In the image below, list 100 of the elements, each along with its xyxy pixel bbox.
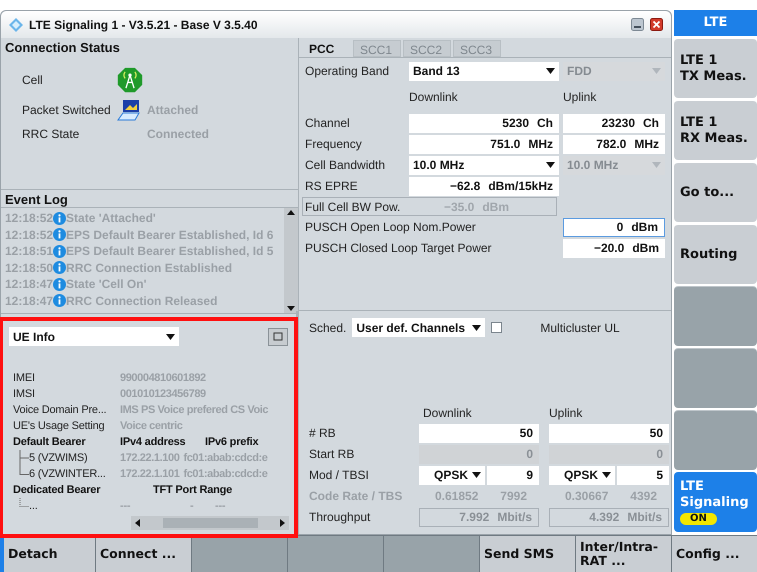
uplink-field[interactable]: −20.0 dBm xyxy=(563,238,665,258)
uplink-field[interactable]: 0 dBm xyxy=(563,218,665,236)
parameter-label: PUSCH Open Loop Nom.Power xyxy=(305,219,477,236)
close-icon[interactable] xyxy=(650,18,663,31)
column-header: Downlink xyxy=(422,405,473,422)
uplink-field[interactable]: 50 xyxy=(549,424,669,442)
parameter-label: RS EPRE xyxy=(305,178,359,195)
parameter-label: Channel xyxy=(305,115,351,132)
bearer-name: ... xyxy=(29,499,38,514)
softkey-button[interactable]: Go to... xyxy=(674,162,757,222)
uplink-field[interactable]: 782.0 MHz xyxy=(563,134,665,154)
softkey-button[interactable]: Routing xyxy=(674,224,757,284)
scheduling-dropdown[interactable]: User def. Channels xyxy=(352,318,486,337)
scroll-left-icon[interactable] xyxy=(135,519,140,527)
scrollbar[interactable] xyxy=(284,208,298,313)
softkey-button[interactable]: Detach xyxy=(0,536,95,572)
parameter-label: Start RB xyxy=(309,446,356,463)
parameter-label: Operating Band xyxy=(305,63,390,80)
softkey-button[interactable]: LTE 1 TX Meas. xyxy=(674,38,757,98)
dropdown-caret-icon xyxy=(546,68,555,74)
softkey-button[interactable]: Connect ... xyxy=(96,536,191,572)
tbs-value: 7992 xyxy=(500,488,527,505)
info-icon xyxy=(53,278,66,291)
on-badge: ON xyxy=(680,513,717,525)
info-value: 990004810601892 xyxy=(120,371,206,386)
info-label: IMEI xyxy=(13,371,36,386)
parameter-label: Code Rate / TBS xyxy=(309,488,404,505)
window-title: LTE Signaling 1 - V3.5.21 - Base V 3.5.40 xyxy=(29,16,259,34)
parameter-label: Full Cell BW Pow. xyxy=(305,198,402,216)
port-range-separator: - xyxy=(190,499,194,514)
softkey-button[interactable]: LTE Signaling ON xyxy=(674,472,757,532)
modulation-dropdown[interactable]: QPSK xyxy=(549,466,615,484)
horizontal-scrollbar[interactable] xyxy=(131,516,289,530)
log-time: 12:18:51 xyxy=(5,243,54,260)
log-time: 12:18:52 xyxy=(5,210,54,228)
section-title: Event Log xyxy=(1,190,298,208)
checkbox-label: Multicluster UL xyxy=(540,320,620,336)
log-time: 12:18:50 xyxy=(5,260,54,277)
log-message: RRC Connection Released xyxy=(66,292,218,310)
scroll-up-icon[interactable] xyxy=(287,210,295,215)
parameter-label: PUSCH Closed Loop Target Power xyxy=(305,240,493,257)
dropdown-caret-icon xyxy=(472,324,482,330)
info-icon xyxy=(53,212,66,225)
info-value: IMS PS Voice prefered CS Voic xyxy=(120,403,268,418)
column-header: Downlink xyxy=(409,89,459,106)
info-label: UE's Usage Setting xyxy=(13,419,106,434)
softkey-header: LTE xyxy=(674,10,757,36)
downlink-dropdown[interactable]: 10.0 MHz xyxy=(409,156,559,174)
dropdown-caret-icon xyxy=(652,68,661,74)
column-header: Uplink xyxy=(549,405,584,422)
bearer-name: 6 (VZWINTER... xyxy=(29,467,106,482)
tbsi-field[interactable]: 5 xyxy=(617,466,669,484)
parameter-label: Sched. xyxy=(309,320,346,336)
info-label: Voice Domain Pre... xyxy=(13,403,108,418)
softkey-button[interactable]: Inter/Intra- RAT ... xyxy=(576,536,671,572)
maximize-icon[interactable] xyxy=(268,328,288,346)
status-label: RRC State xyxy=(22,126,80,142)
dropdown-caret-icon xyxy=(602,472,611,478)
uplink-field[interactable]: 23230 Ch xyxy=(563,114,665,132)
downlink-dropdown[interactable]: Band 13 xyxy=(409,62,559,80)
log-time: 12:18:47 xyxy=(5,292,54,310)
ipv6-prefix: fc01:abab:cdcd:e xyxy=(183,451,268,466)
code-rate-value: 0.30667 xyxy=(565,488,608,505)
dropdown-caret-icon xyxy=(166,334,175,340)
log-message: RRC Connection Established xyxy=(66,260,232,277)
dropdown-caret-icon xyxy=(472,472,481,478)
info-value: 001010123456789 xyxy=(120,387,206,402)
downlink-field[interactable]: −62.8 dBm/15kHz xyxy=(409,176,559,196)
scroll-down-icon[interactable] xyxy=(287,306,295,311)
minimize-icon[interactable] xyxy=(631,18,644,31)
view-dropdown[interactable]: UE Info xyxy=(9,327,179,346)
bearer-name: 5 (VZWIMS) xyxy=(29,451,88,466)
tbsi-field[interactable]: 9 xyxy=(487,466,539,484)
status-label: Packet Switched xyxy=(22,102,112,118)
port-range-start: --- xyxy=(120,499,132,514)
tbs-value: 4392 xyxy=(630,488,657,505)
scroll-right-icon[interactable] xyxy=(280,519,285,527)
status-value: Attached xyxy=(146,102,198,118)
code-rate-value: 0.61852 xyxy=(435,488,478,505)
port-range-end: --- xyxy=(215,499,226,514)
softkey-button[interactable]: LTE 1 RX Meas. xyxy=(674,100,757,160)
downlink-field[interactable]: 5230 Ch xyxy=(409,114,559,132)
info-icon xyxy=(53,244,66,258)
column-header: TFT Port Range xyxy=(153,483,232,498)
scrollbar-thumb[interactable] xyxy=(162,518,258,528)
parameter-label: Cell Bandwidth xyxy=(305,157,386,174)
log-time: 12:18:52 xyxy=(5,226,54,244)
ipv4-address: 172.22.1.100 xyxy=(120,451,180,466)
downlink-field[interactable]: 50 xyxy=(419,424,539,442)
log-time: 12:18:47 xyxy=(5,276,54,294)
softkey-button[interactable]: Send SMS xyxy=(480,536,575,572)
log-message: EPS Default Bearer Established, Id 6 xyxy=(66,226,274,244)
log-message: EPS Default Bearer Established, Id 5 xyxy=(66,243,274,260)
downlink-field[interactable]: 751.0 MHz xyxy=(409,134,559,154)
dropdown-caret-icon xyxy=(546,162,555,168)
status-value: Connected xyxy=(146,126,210,142)
log-message: State 'Cell On' xyxy=(66,276,146,294)
softkey-button[interactable]: Config ... xyxy=(672,536,757,572)
checkbox[interactable] xyxy=(491,322,502,333)
modulation-dropdown[interactable]: QPSK xyxy=(419,466,485,484)
